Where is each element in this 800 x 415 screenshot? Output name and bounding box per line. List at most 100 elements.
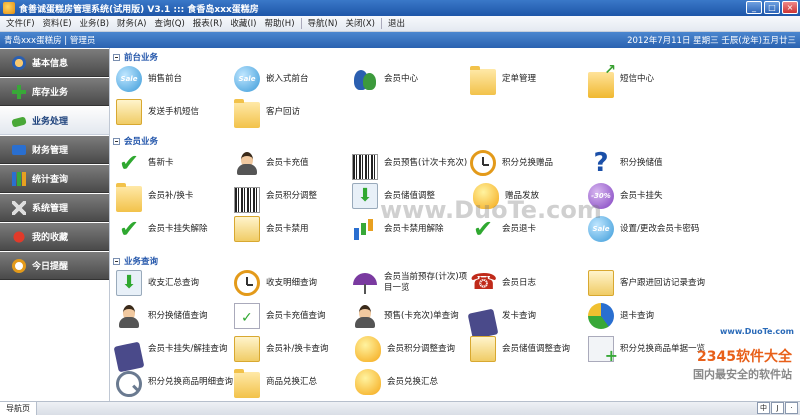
tile-label: 会员卡挂失解除 [148, 223, 208, 234]
tools-icon [12, 200, 26, 215]
tile-label: 积分换储值查询 [148, 310, 208, 321]
menu-finance[interactable]: 财务(A) [113, 16, 150, 32]
collapse-icon[interactable] [113, 137, 120, 145]
clock-icon [234, 270, 260, 296]
function-tile[interactable]: 退卡查询 [588, 301, 706, 331]
wallet-icon [12, 144, 26, 155]
tile-label: 积分换储值 [620, 157, 663, 168]
menu-favorites[interactable]: 收藏(I) [226, 16, 260, 32]
function-tile[interactable]: 定单管理 [470, 64, 588, 95]
sidebar-item[interactable]: 业务处理 [0, 107, 109, 135]
function-tile[interactable]: 会员中心 [352, 64, 470, 94]
menu-business[interactable]: 业务(B) [76, 16, 113, 32]
function-tile[interactable]: 会员储值调整查询 [470, 334, 588, 364]
function-tile[interactable]: ✔ 售新卡 [116, 148, 234, 178]
sidebar-item[interactable]: 财务管理 [0, 136, 109, 164]
function-tile[interactable]: Sale 销售前台 [116, 64, 234, 94]
menu-reports[interactable]: 报表(R) [189, 16, 227, 32]
folder-icon [234, 99, 260, 128]
ime-chinese-button[interactable]: 中 [757, 402, 770, 414]
function-tile[interactable]: ✔ 会员卡挂失解除 [116, 214, 234, 244]
watermark-url: www.DuoTe.com [720, 327, 794, 336]
sidebar-item[interactable]: 我的收藏 [0, 223, 109, 251]
minimize-button[interactable]: _ [746, 1, 762, 14]
ime-punct-button[interactable]: · [785, 402, 798, 414]
umbrella-icon [352, 270, 378, 296]
collapse-icon[interactable] [113, 257, 120, 265]
menu-data[interactable]: 资料(E) [39, 16, 76, 32]
function-tile[interactable]: 积分兑换商品明细查询 [116, 367, 234, 397]
menu-navigate[interactable]: 导航(N) [304, 16, 342, 32]
function-tile[interactable]: 会员卡挂失/解挂查询 [113, 334, 234, 373]
function-tile[interactable]: 会员当前预存(计次)项目一览 [352, 268, 470, 298]
ime-toolbar: 中 J · [757, 402, 798, 414]
tile-label: 设置/更改会员卡密码 [620, 223, 700, 234]
function-tile[interactable]: 会员卡充值查询 [234, 301, 352, 331]
sidebar-item[interactable]: 统计查询 [0, 165, 109, 193]
phone-icon: ☎ [470, 270, 498, 295]
function-tile[interactable]: 积分兑换商品单据一览 [588, 334, 706, 365]
function-tile[interactable]: -30% 会员卡挂失 [588, 181, 706, 211]
clock-icon [12, 258, 26, 273]
sidebar-item-label: 财务管理 [32, 146, 69, 156]
function-tile[interactable]: 发送手机短信 [116, 97, 234, 127]
function-tile[interactable]: 预售(卡充次)单查询 [352, 301, 470, 331]
document-icon [588, 270, 614, 296]
section-title: 业务查询 [124, 257, 159, 267]
function-tile[interactable]: 收支明细查询 [234, 268, 352, 298]
function-tile[interactable]: 客户回访 [234, 97, 352, 128]
close-button[interactable]: × [782, 1, 798, 14]
tile-label: 客户回访 [266, 106, 301, 117]
document-icon [234, 336, 260, 362]
maximize-button[interactable]: □ [764, 1, 780, 14]
tile-label: 会员预售(计次卡充次) [384, 157, 468, 168]
tile-label: 预售(卡充次)单查询 [384, 310, 459, 321]
function-tile[interactable]: 商品兑换汇总 [234, 367, 352, 398]
function-tile[interactable]: 会员积分调整查询 [352, 334, 470, 364]
function-tile[interactable]: 积分换储值查询 [116, 301, 234, 331]
sidebar-item[interactable]: 今日提醒 [0, 252, 109, 280]
tile-label: 退卡查询 [620, 310, 655, 321]
function-tile[interactable]: 会员积分调整 [234, 181, 352, 213]
function-tile[interactable]: ☎ 会员日志 [470, 268, 588, 298]
function-tile[interactable]: ? 积分换储值 [588, 148, 706, 178]
sidebar-item[interactable]: 基本信息 [0, 49, 109, 77]
function-tile[interactable]: 发卡查询 [467, 301, 588, 340]
star-icon [12, 229, 26, 244]
check-icon: ✔ [118, 215, 140, 243]
section-header[interactable]: 业务查询 [113, 255, 158, 267]
function-tile[interactable]: 短信中心 [588, 62, 706, 98]
function-tile[interactable]: 会员兑换汇总 [352, 367, 470, 397]
collapse-icon[interactable] [113, 53, 120, 61]
menu-query[interactable]: 查询(Q) [150, 16, 188, 32]
ime-mode-button[interactable]: J [771, 402, 784, 414]
function-tile[interactable]: 客户跟进回访记录查询 [588, 268, 706, 298]
sidebar-item[interactable]: 系统管理 [0, 194, 109, 222]
menu-help[interactable]: 帮助(H) [260, 16, 298, 32]
menu-exit[interactable]: 退出 [384, 16, 409, 32]
sidebar-item[interactable]: 库存业务 [0, 78, 109, 106]
function-tile[interactable]: 会员补/换卡查询 [234, 334, 352, 364]
function-tile[interactable]: ⬇ 收支汇总查询 [116, 268, 234, 298]
menu-file[interactable]: 文件(F) [2, 16, 39, 32]
tile-label: 会员退卡 [502, 223, 537, 234]
function-tile[interactable]: 会员卡充值 [234, 148, 352, 178]
function-tile[interactable]: 会员卡禁用 [234, 214, 352, 244]
tile-label: 会员中心 [384, 73, 419, 84]
navigation-page-tab[interactable]: 导航页 [0, 402, 37, 415]
function-tile[interactable]: Sale 嵌入式前台 [234, 64, 352, 94]
tile-label: 积分兑换商品明细查询 [148, 376, 234, 387]
function-tile[interactable]: 会员补/换卡 [116, 181, 234, 212]
download-icon: ⬇ [116, 270, 142, 296]
function-tile[interactable]: Sale 设置/更改会员卡密码 [588, 214, 706, 244]
info-bar: 青岛xxx蛋糕房 | 管理员 2012年7月11日 星期三 壬辰(龙年)五月廿三 [0, 32, 800, 48]
function-tile[interactable]: 会员预售(计次卡充次) [352, 148, 470, 180]
watermark-2345: 2345软件大全 国内最安全的软件站 [693, 346, 792, 382]
function-tile[interactable]: 积分兑换赠品 [470, 148, 588, 178]
people-icon [12, 55, 26, 70]
section-header[interactable]: 前台业务 [113, 51, 158, 63]
section-header[interactable]: 会员业务 [113, 135, 158, 147]
menu-close[interactable]: 关闭(X) [342, 16, 379, 32]
tile-label: 会员卡挂失/解挂查询 [148, 343, 228, 354]
pie-icon [588, 303, 614, 329]
